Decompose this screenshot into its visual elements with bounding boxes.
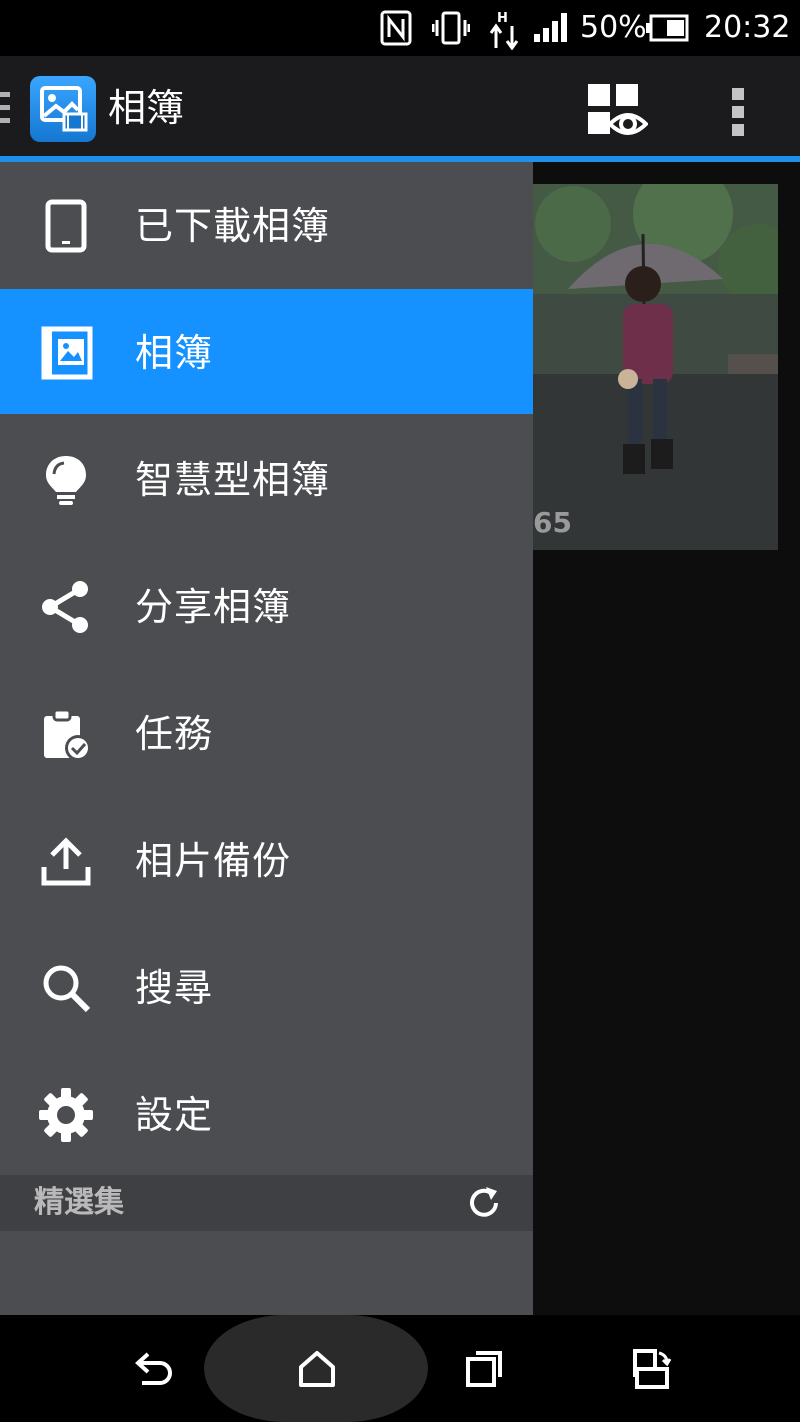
svg-text:H: H [497,11,508,26]
drawer-item-label: 任務 [135,712,214,756]
search-icon [43,965,91,1013]
album-thumbnail[interactable] [533,184,778,550]
drawer-item-label: 相片備份 [135,839,292,883]
recent-apps-icon[interactable] [460,1345,508,1393]
featured-section-header: 精選集 [0,1175,533,1231]
drawer-item-tasks[interactable]: 任務 [0,670,533,795]
page-title: 相簿 [108,86,185,130]
refresh-icon[interactable] [464,1183,504,1223]
grid-eye-icon [588,84,649,135]
lightbulb-icon [46,456,86,505]
battery-percent: 50% [580,10,647,45]
overflow-menu-button[interactable] [720,82,756,140]
tablet-icon [45,199,87,253]
system-nav-bar [0,1315,800,1422]
drawer-item-label: 已下載相簿 [135,204,331,248]
drawer-toggle-icon[interactable] [0,92,12,128]
back-icon[interactable] [128,1345,176,1393]
home-icon[interactable] [293,1345,341,1393]
status-bar: H 50% 20:32 [0,0,800,56]
drawer-item-search[interactable]: 搜尋 [0,924,533,1049]
share-icon [42,581,88,633]
battery-icon [646,14,689,42]
drawer-item-smart-albums[interactable]: 智慧型相簿 [0,416,533,541]
clock: 20:32 [704,10,791,45]
signal-icon [534,13,567,42]
upload-icon [41,837,91,886]
drawer-item-photo-backup[interactable]: 相片備份 [0,797,533,922]
gear-icon [39,1088,93,1142]
drawer-item-label: 搜尋 [135,966,214,1010]
vibrate-icon [432,11,470,45]
photo-album-icon [41,326,93,380]
section-title: 精選集 [34,1185,124,1220]
drawer-item-label: 相簿 [135,331,214,375]
drawer-item-label: 設定 [135,1093,214,1137]
navigation-drawer: 已下載相簿 相簿 智慧型相簿 分享相簿 任務 相片備份 搜尋 設定 精選集 [0,162,533,1315]
clipboard-check-icon [44,708,91,761]
view-mode-button[interactable] [584,82,649,140]
drawer-item-downloaded-albums[interactable]: 已下載相簿 [0,162,533,287]
rotate-screen-icon[interactable] [627,1345,675,1393]
app-logo-icon[interactable] [30,76,96,142]
drawer-item-shared-albums[interactable]: 分享相簿 [0,543,533,668]
drawer-item-label: 智慧型相簿 [135,458,331,502]
data-arrows-icon: H [489,11,519,50]
drawer-item-albums[interactable]: 相簿 [0,289,533,414]
nfc-icon [380,10,412,46]
album-item-count: 65 [533,506,572,539]
drawer-item-settings[interactable]: 設定 [0,1051,533,1176]
drawer-item-label: 分享相簿 [135,585,292,629]
